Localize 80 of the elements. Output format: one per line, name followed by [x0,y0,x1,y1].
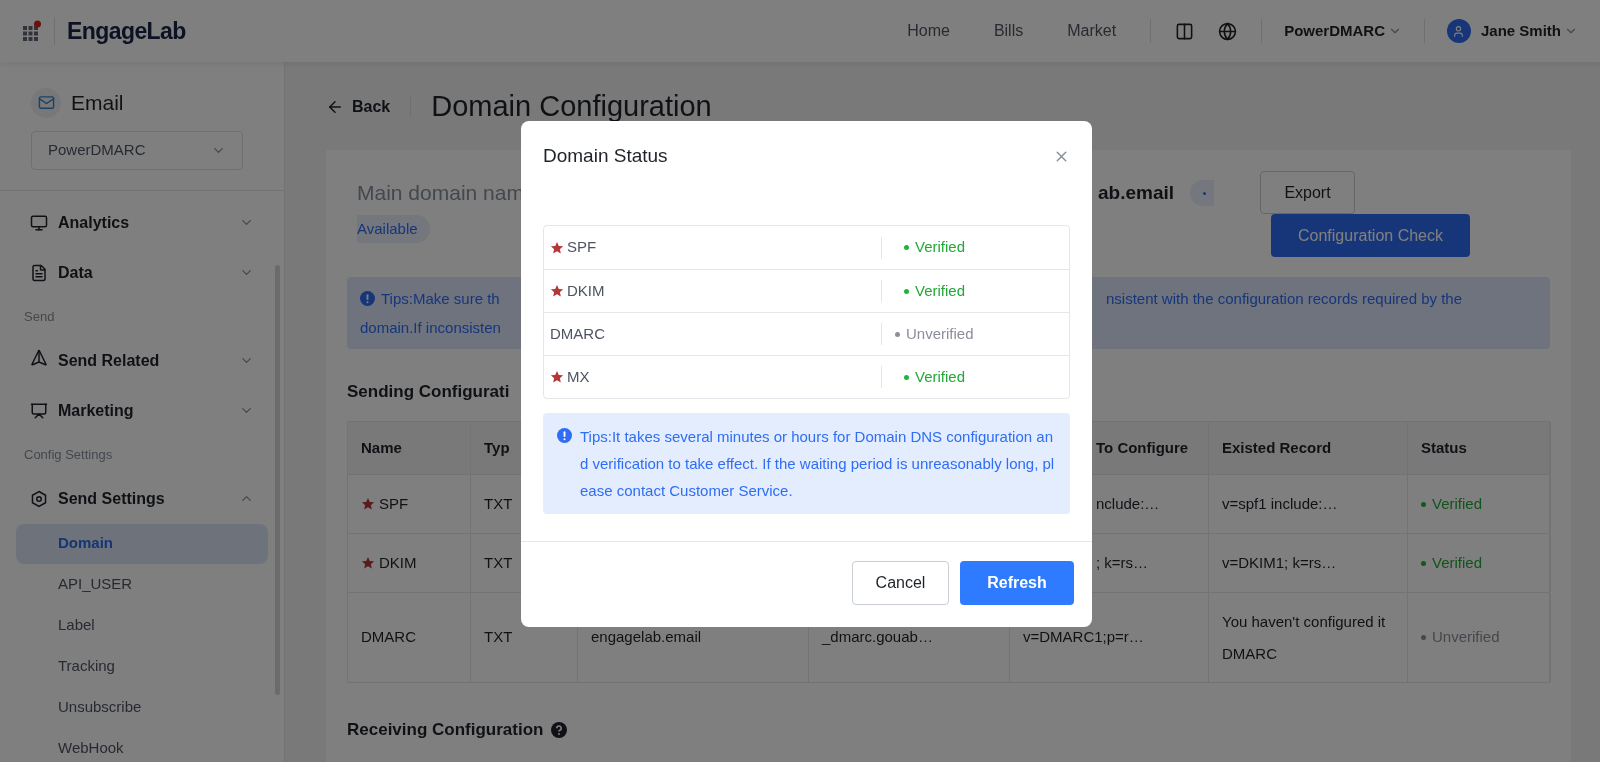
star-icon [361,556,375,570]
cancel-button[interactable]: Cancel [852,560,949,605]
status-pill [1190,180,1215,206]
presentation-icon [30,401,48,420]
domain-value: ab.email [1098,180,1175,205]
analytics-icon [30,213,48,232]
back-button[interactable]: Back [326,95,391,119]
domain-badge: Available [357,215,430,243]
help-icon[interactable] [551,721,568,738]
dialog-title: Domain Status [543,144,668,169]
nav-link[interactable]: Market [1067,19,1117,43]
tips-text: domain.If inconsisten [360,318,501,338]
record-name: DMARC [549,323,606,344]
column-header: Existed Record [1222,437,1332,458]
mail-icon [37,94,55,112]
info-icon [360,291,375,306]
document-icon [30,263,48,282]
configuration-check-button[interactable]: Configuration Check [1271,214,1470,257]
table-cell-text: v=DKIM1; k=rs… [1222,553,1337,573]
record-name: SPF [544,236,881,259]
menu-item[interactable]: Data [0,247,284,298]
status-text: Verified [1421,492,1483,516]
product-title: Email [71,90,124,116]
section-label: Config Settings [23,445,114,464]
table-cell-text: nclude:… [1096,493,1160,514]
status-text: Verified [882,236,966,259]
table-cell-text: v=DMARC1;p=r… [1023,627,1144,648]
submenu-item[interactable]: Unsubscribe [16,687,268,728]
star-icon [550,284,564,298]
table-cell-text: TXT [484,493,513,514]
tips-text: Tips:Make sure th [381,289,501,309]
section-title: Receiving Configuration [347,719,544,741]
refresh-button[interactable]: Refresh [960,560,1074,605]
submenu-item[interactable]: Tracking [16,646,268,687]
column-header: Typ [484,437,510,458]
apps-icon[interactable] [22,20,42,42]
tips-text: nsistent with the configuration records required by the [1106,289,1463,309]
table-cell-text: ; k=rs… [1096,552,1149,573]
star-icon [361,497,375,511]
status-text: Unverified [1421,626,1500,649]
submenu-item[interactable]: Label [16,605,268,646]
section-title: Sending Configurati [347,381,510,403]
status-text: Verified [882,279,966,303]
submenu-item[interactable]: API_USER [16,564,268,605]
table-cell-text: v=spf1 include:… [1222,494,1338,514]
submenu-item[interactable]: WebHook [16,728,268,762]
table-cell-text: TXT [484,627,513,648]
star-icon [550,370,564,384]
submenu-item[interactable]: Domain [16,523,268,564]
status-text: Verified [882,365,966,389]
column-header: Status [1421,437,1467,458]
user-menu[interactable]: Jane Smith [1480,19,1578,43]
nav-link[interactable]: Home [907,19,950,43]
workspace-dropdown[interactable]: PowerDMARC [1284,19,1402,43]
logo[interactable]: EngageLab [67,13,186,49]
status-text: Verified [1421,551,1483,575]
column-header: To Configure [1096,437,1189,458]
status-text: Unverified [882,322,974,346]
avatar[interactable] [1446,19,1471,43]
user-icon [1452,24,1466,38]
name-cell: DKIM [361,551,417,575]
info-icon [557,428,572,443]
menu-item[interactable]: Analytics [0,197,284,248]
tips-text: Tips:It takes several minutes or hours for Domain DNS configuration and verification to take effect. If the waiting period is unreasonably long, please contact Customer Service. [580,427,1056,501]
page-title: Domain Configuration [431,89,712,125]
settings-icon [30,489,48,508]
record-name: DKIM [544,279,881,303]
table-cell-text: You haven't configured it DMARC [1222,611,1387,664]
name-cell: SPF [361,492,409,516]
star-icon [550,240,564,255]
nav-link[interactable]: Bills [993,19,1024,43]
name-cell-text: DMARC [361,627,416,648]
table-cell-text: _dmarc.gouab… [822,627,933,648]
table-cell-text: TXT [484,552,513,573]
account-select[interactable]: PowerDMARC [31,130,243,170]
globe-icon[interactable] [1218,21,1238,41]
record-name: MX [544,365,881,389]
section-label: Send [23,307,56,326]
column-header: Name [361,437,402,458]
table-cell-text: engagelab.email [591,627,702,648]
